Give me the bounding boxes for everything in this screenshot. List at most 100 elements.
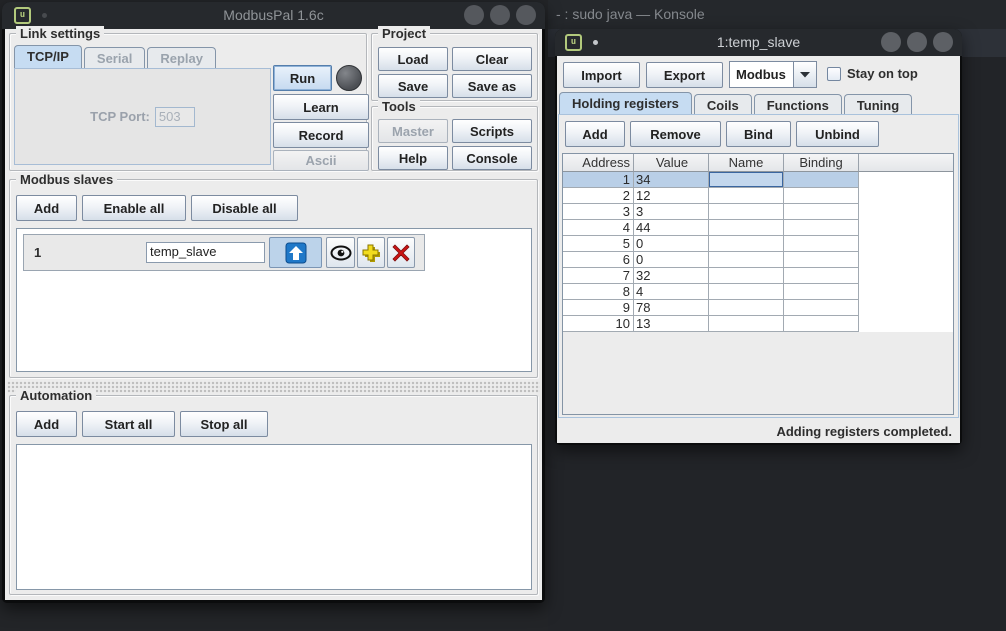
table-cell[interactable] bbox=[859, 300, 953, 316]
tcp-port-field[interactable]: 503 bbox=[155, 107, 195, 127]
scripts-button[interactable]: Scripts bbox=[452, 119, 532, 143]
table-cell[interactable] bbox=[709, 268, 784, 284]
table-row[interactable]: 212 bbox=[563, 188, 953, 204]
clear-button[interactable]: Clear bbox=[452, 47, 532, 71]
disable-all-button[interactable]: Disable all bbox=[191, 195, 298, 221]
slave-add-button[interactable]: Add bbox=[16, 195, 77, 221]
register-remove-button[interactable]: Remove bbox=[630, 121, 721, 147]
table-cell[interactable] bbox=[709, 188, 784, 204]
table-row[interactable]: 978 bbox=[563, 300, 953, 316]
slave-view-button[interactable] bbox=[326, 237, 355, 268]
main-titlebar[interactable]: u ModbusPal 1.6c bbox=[2, 2, 545, 29]
table-cell[interactable] bbox=[784, 300, 859, 316]
tab-serial[interactable]: Serial bbox=[84, 47, 145, 68]
table-cell[interactable] bbox=[784, 172, 859, 188]
table-cell[interactable] bbox=[859, 220, 953, 236]
tab-coils[interactable]: Coils bbox=[694, 94, 752, 115]
table-cell[interactable] bbox=[784, 284, 859, 300]
learn-button[interactable]: Learn bbox=[273, 94, 369, 120]
table-cell[interactable]: 7 bbox=[563, 268, 634, 284]
table-row[interactable]: 33 bbox=[563, 204, 953, 220]
record-button[interactable]: Record bbox=[273, 122, 369, 148]
table-cell[interactable] bbox=[784, 268, 859, 284]
table-cell[interactable]: 0 bbox=[634, 252, 709, 268]
column-header-binding[interactable]: Binding bbox=[784, 154, 859, 172]
close-button[interactable] bbox=[516, 5, 536, 25]
table-cell[interactable]: 44 bbox=[634, 220, 709, 236]
table-cell[interactable] bbox=[709, 252, 784, 268]
table-cell[interactable] bbox=[859, 188, 953, 204]
table-cell[interactable]: 4 bbox=[634, 284, 709, 300]
table-cell[interactable]: 8 bbox=[563, 284, 634, 300]
table-cell[interactable] bbox=[784, 188, 859, 204]
tab-holding-registers[interactable]: Holding registers bbox=[559, 92, 692, 115]
register-unbind-button[interactable]: Unbind bbox=[796, 121, 879, 147]
slave-delete-button[interactable] bbox=[387, 237, 415, 268]
table-cell[interactable]: 1 bbox=[563, 172, 634, 188]
table-cell[interactable] bbox=[784, 204, 859, 220]
table-cell[interactable]: 3 bbox=[634, 204, 709, 220]
table-cell[interactable] bbox=[859, 316, 953, 332]
column-header-address[interactable]: Address bbox=[563, 154, 634, 172]
maximize-button[interactable] bbox=[490, 5, 510, 25]
table-row[interactable]: 1013 bbox=[563, 316, 953, 332]
table-cell[interactable] bbox=[859, 268, 953, 284]
table-cell[interactable] bbox=[784, 252, 859, 268]
save-button[interactable]: Save bbox=[378, 74, 448, 98]
console-button[interactable]: Console bbox=[452, 146, 532, 170]
import-button[interactable]: Import bbox=[563, 62, 640, 88]
dialog-close-button[interactable] bbox=[933, 32, 953, 52]
table-cell[interactable] bbox=[709, 284, 784, 300]
tab-replay[interactable]: Replay bbox=[147, 47, 216, 68]
table-cell[interactable] bbox=[709, 316, 784, 332]
table-cell[interactable]: 12 bbox=[634, 188, 709, 204]
table-row[interactable]: 84 bbox=[563, 284, 953, 300]
table-cell[interactable] bbox=[784, 220, 859, 236]
table-cell[interactable] bbox=[709, 172, 784, 188]
register-bind-button[interactable]: Bind bbox=[726, 121, 791, 147]
table-cell[interactable] bbox=[859, 236, 953, 252]
table-cell[interactable]: 32 bbox=[634, 268, 709, 284]
stop-all-button[interactable]: Stop all bbox=[180, 411, 268, 437]
automation-add-button[interactable]: Add bbox=[16, 411, 77, 437]
table-cell[interactable]: 6 bbox=[563, 252, 634, 268]
table-cell[interactable]: 9 bbox=[563, 300, 634, 316]
konsole-titlebar[interactable]: - : sudo java — Konsole bbox=[548, 0, 1006, 29]
table-cell[interactable]: 2 bbox=[563, 188, 634, 204]
save-as-button[interactable]: Save as bbox=[452, 74, 532, 98]
enable-all-button[interactable]: Enable all bbox=[82, 195, 186, 221]
run-button[interactable]: Run bbox=[273, 65, 332, 91]
slave-duplicate-button[interactable] bbox=[357, 237, 385, 268]
modbus-mode-select[interactable]: Modbus bbox=[729, 61, 817, 88]
table-row[interactable]: 444 bbox=[563, 220, 953, 236]
export-button[interactable]: Export bbox=[646, 62, 723, 88]
start-all-button[interactable]: Start all bbox=[82, 411, 175, 437]
table-cell[interactable]: 34 bbox=[634, 172, 709, 188]
table-cell[interactable]: 5 bbox=[563, 236, 634, 252]
master-button[interactable]: Master bbox=[378, 119, 448, 143]
table-cell[interactable] bbox=[784, 316, 859, 332]
table-row[interactable]: 134 bbox=[563, 172, 953, 188]
table-cell[interactable] bbox=[709, 220, 784, 236]
table-cell[interactable]: 4 bbox=[563, 220, 634, 236]
register-add-button[interactable]: Add bbox=[565, 121, 625, 147]
table-cell[interactable] bbox=[709, 204, 784, 220]
table-cell[interactable] bbox=[709, 236, 784, 252]
table-cell[interactable]: 3 bbox=[563, 204, 634, 220]
combo-arrow-button[interactable] bbox=[793, 61, 817, 88]
table-row[interactable]: 50 bbox=[563, 236, 953, 252]
table-cell[interactable] bbox=[859, 172, 953, 188]
table-cell[interactable]: 10 bbox=[563, 316, 634, 332]
slave-enable-toggle[interactable] bbox=[269, 237, 322, 268]
table-cell[interactable] bbox=[859, 204, 953, 220]
table-cell[interactable] bbox=[709, 300, 784, 316]
minimize-button[interactable] bbox=[464, 5, 484, 25]
dialog-minimize-button[interactable] bbox=[881, 32, 901, 52]
dialog-maximize-button[interactable] bbox=[907, 32, 927, 52]
table-cell[interactable]: 13 bbox=[634, 316, 709, 332]
tab-tcpip[interactable]: TCP/IP bbox=[14, 45, 82, 68]
column-header-name[interactable]: Name bbox=[709, 154, 784, 172]
ascii-button[interactable]: Ascii bbox=[273, 150, 369, 171]
table-cell[interactable]: 0 bbox=[634, 236, 709, 252]
table-row[interactable]: 732 bbox=[563, 268, 953, 284]
